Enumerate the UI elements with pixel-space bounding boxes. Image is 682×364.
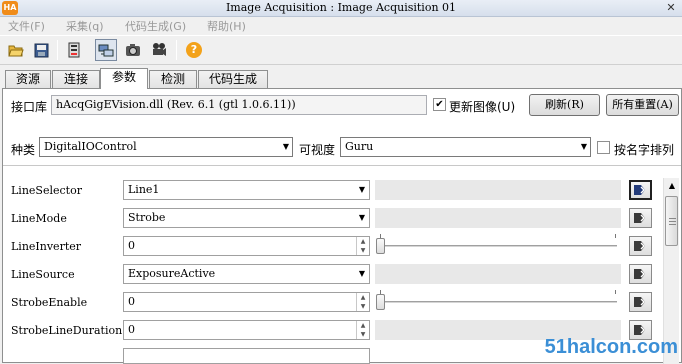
interface-library-field: hAcqGigEVision.dll (Rev. 6.1 (gtl 1.0.6.… bbox=[51, 95, 427, 115]
param-name: LineSource bbox=[11, 268, 75, 281]
spin-down-icon: ▼ bbox=[360, 247, 366, 254]
param-value-spinbox[interactable]: 0 ▲ ▼ bbox=[123, 236, 370, 256]
close-icon[interactable]: ✕ bbox=[664, 1, 678, 15]
reset-arrow-icon bbox=[634, 185, 645, 195]
menu-file[interactable]: 文件(F) bbox=[8, 18, 45, 34]
tab-inspection[interactable]: 检测 bbox=[149, 70, 197, 88]
param-reset-button[interactable] bbox=[629, 264, 652, 284]
category-label: 种类 bbox=[11, 143, 36, 157]
param-value-select[interactable]: Strobe ▼ bbox=[123, 208, 370, 228]
window-title: Image Acquisition : Image Acquisition 01 bbox=[225, 1, 457, 14]
title-bar: HA Image Acquisition : Image Acquisition… bbox=[0, 0, 682, 17]
param-value-select[interactable]: Line1 ▼ bbox=[123, 180, 370, 200]
toolbar-separator bbox=[176, 40, 177, 60]
slider-thumb[interactable] bbox=[376, 238, 385, 254]
param-reset-button[interactable] bbox=[629, 208, 652, 228]
param-name: StrobeLineDuration bbox=[11, 324, 123, 337]
interface-label: 接口库 bbox=[11, 100, 48, 114]
divider bbox=[3, 165, 681, 166]
chevron-down-icon: ▼ bbox=[358, 269, 365, 278]
param-name: LineMode bbox=[11, 212, 67, 225]
snap-camera-icon[interactable] bbox=[122, 39, 144, 61]
camera-list-icon[interactable] bbox=[63, 39, 85, 61]
param-range-area bbox=[375, 208, 621, 228]
reset-all-button[interactable]: 所有重置(A) bbox=[606, 94, 679, 116]
param-value-select[interactable]: ExposureActive ▼ bbox=[123, 264, 370, 284]
save-icon[interactable] bbox=[30, 39, 52, 61]
reset-arrow-icon bbox=[634, 269, 645, 279]
parameters-panel: 接口库 hAcqGigEVision.dll (Rev. 6.1 (gtl 1.… bbox=[2, 88, 682, 364]
scroll-up-icon[interactable]: ▲ bbox=[664, 178, 680, 194]
param-slider[interactable] bbox=[375, 290, 621, 312]
slider-thumb[interactable] bbox=[376, 294, 385, 310]
param-name: LineInverter bbox=[11, 240, 82, 253]
param-slider[interactable] bbox=[375, 234, 621, 256]
reset-arrow-icon bbox=[634, 213, 645, 223]
toolbar-separator bbox=[57, 40, 58, 60]
site-watermark: 51halcon.com bbox=[544, 336, 678, 358]
update-image-checkbox[interactable]: ✔ bbox=[433, 98, 446, 111]
live-video-icon[interactable] bbox=[148, 39, 170, 61]
chevron-down-icon: ▼ bbox=[580, 142, 587, 151]
menu-bar: 文件(F) 采集(q) 代码生成(G) 帮助(H) bbox=[0, 17, 682, 34]
spin-down-icon: ▼ bbox=[360, 303, 366, 310]
chevron-down-icon: ▼ bbox=[282, 142, 289, 151]
refresh-button[interactable]: 刷新(R) bbox=[529, 94, 600, 116]
tab-strip: 资源 连接 参数 检测 代码生成 bbox=[0, 68, 682, 89]
param-range-area bbox=[375, 264, 621, 284]
param-value-spinbox[interactable] bbox=[123, 348, 370, 364]
reset-arrow-icon bbox=[634, 297, 645, 307]
sort-by-name-checkbox[interactable] bbox=[597, 141, 610, 154]
spin-up-icon: ▲ bbox=[360, 294, 366, 301]
param-name: StrobeEnable bbox=[11, 296, 88, 309]
menu-code-generation[interactable]: 代码生成(G) bbox=[125, 18, 186, 34]
spin-down-icon: ▼ bbox=[360, 331, 366, 338]
scroll-thumb[interactable] bbox=[665, 196, 678, 246]
chevron-down-icon: ▼ bbox=[358, 213, 365, 222]
reset-arrow-icon bbox=[634, 241, 645, 251]
reset-arrow-icon bbox=[634, 325, 645, 335]
tab-connection[interactable]: 连接 bbox=[52, 70, 100, 88]
visibility-label: 可视度 bbox=[299, 143, 336, 157]
toolbar: ? bbox=[0, 35, 682, 65]
param-value-spinbox[interactable]: 0 ▲ ▼ bbox=[123, 320, 370, 340]
spin-up-icon: ▲ bbox=[360, 322, 366, 329]
connect-icon[interactable] bbox=[95, 39, 117, 61]
menu-help[interactable]: 帮助(H) bbox=[207, 18, 246, 34]
open-folder-icon[interactable] bbox=[5, 39, 27, 61]
visibility-select[interactable]: Guru ▼ bbox=[340, 137, 591, 157]
param-range-area bbox=[375, 180, 621, 200]
tab-code-generation[interactable]: 代码生成 bbox=[198, 70, 268, 88]
sort-by-name-label: 按名字排列 bbox=[614, 143, 675, 157]
tab-resources[interactable]: 资源 bbox=[5, 70, 51, 88]
help-icon[interactable]: ? bbox=[183, 39, 205, 61]
spin-up-icon: ▲ bbox=[360, 238, 366, 245]
param-name: LineSelector bbox=[11, 184, 82, 197]
update-image-label: 更新图像(U) bbox=[449, 100, 516, 114]
menu-acquisition[interactable]: 采集(q) bbox=[66, 18, 104, 34]
param-value-spinbox[interactable]: 0 ▲ ▼ bbox=[123, 292, 370, 312]
param-reset-button[interactable] bbox=[629, 292, 652, 312]
category-select[interactable]: DigitalIOControl ▼ bbox=[39, 137, 293, 157]
param-reset-button[interactable] bbox=[629, 180, 652, 200]
param-reset-button[interactable] bbox=[629, 236, 652, 256]
tab-parameters[interactable]: 参数 bbox=[100, 68, 148, 89]
chevron-down-icon: ▼ bbox=[358, 185, 365, 194]
